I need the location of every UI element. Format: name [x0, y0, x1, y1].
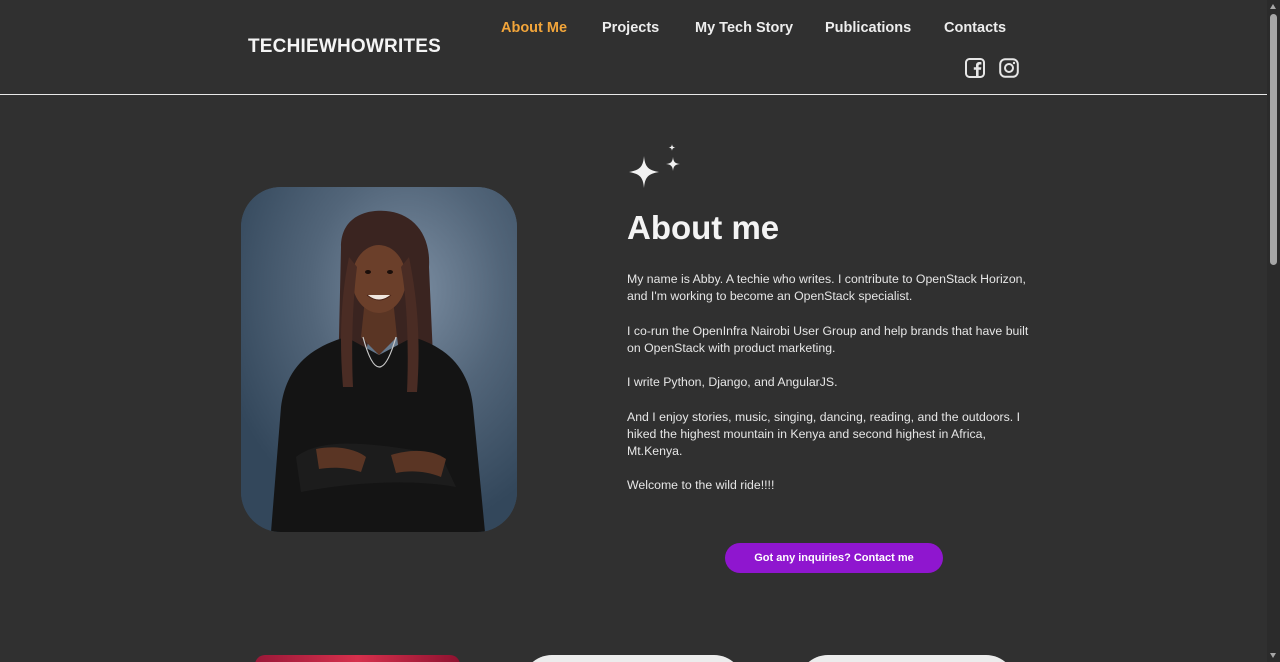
nav-publications[interactable]: Publications [825, 20, 911, 36]
nav-about-me[interactable]: About Me [501, 20, 567, 36]
bio-paragraph: And I enjoy stories, music, singing, dan… [627, 409, 1021, 458]
project-card[interactable] [798, 655, 1016, 662]
site-logo[interactable]: TECHIEWHOWRITES [248, 36, 441, 58]
contact-me-button[interactable]: Got any inquiries? Contact me [725, 543, 943, 573]
sparkle-icon [629, 144, 680, 188]
bio-text: My name is Abby. A techie who writes. I … [627, 271, 1032, 512]
scroll-up-arrow-icon[interactable] [1270, 4, 1276, 9]
profile-photo [241, 187, 517, 532]
facebook-icon[interactable] [965, 58, 985, 78]
project-card[interactable] [255, 655, 460, 662]
bio-paragraph: My name is Abby. A techie who writes. I … [627, 272, 1026, 304]
bio-paragraph: I co-run the OpenInfra Nairobi User Grou… [627, 323, 1029, 355]
scrollbar[interactable] [1267, 0, 1280, 662]
scroll-down-arrow-icon[interactable] [1270, 653, 1276, 658]
scrollbar-thumb[interactable] [1270, 14, 1277, 265]
nav-contacts[interactable]: Contacts [944, 20, 1006, 36]
project-card[interactable] [522, 655, 744, 662]
bio-paragraph: Welcome to the wild ride!!!! [627, 478, 775, 493]
nav-projects[interactable]: Projects [602, 20, 659, 36]
about-title: About me [627, 209, 780, 246]
instagram-icon[interactable] [999, 58, 1019, 78]
bio-paragraph: I write Python, Django, and AngularJS. [627, 375, 838, 390]
nav-my-tech-story[interactable]: My Tech Story [695, 20, 793, 36]
site-header: TECHIEWHOWRITES About Me Projects My Tec… [0, 0, 1267, 95]
